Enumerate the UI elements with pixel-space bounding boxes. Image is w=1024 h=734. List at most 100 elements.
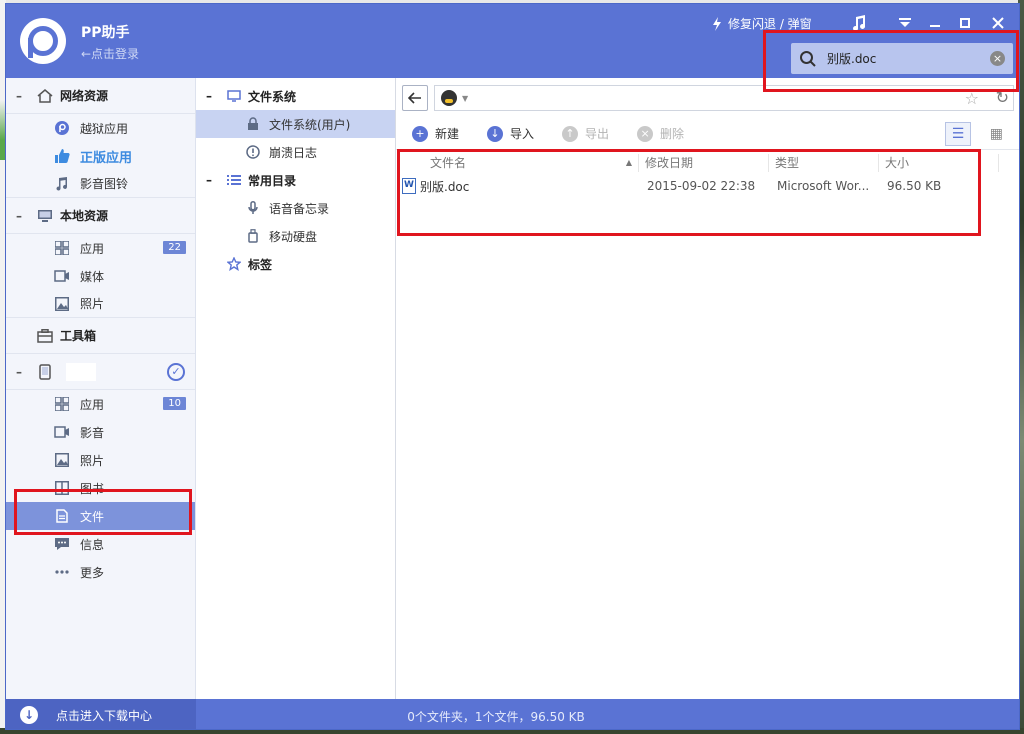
status-summary: 0个文件夹，1个文件，96.50 KB — [407, 710, 585, 724]
connected-check-icon[interactable]: ✓ — [167, 363, 185, 381]
sidebar-section-local[interactable]: – 本地资源 — [6, 198, 195, 234]
sidebar-item-local-apps[interactable]: 应用 22 — [6, 234, 195, 262]
highlight-box-search — [763, 30, 1019, 92]
new-button-label: 新建 — [435, 127, 460, 141]
sidebar-item-device-more[interactable]: 更多 — [6, 558, 195, 586]
sidebar-item-device-apps[interactable]: 应用 10 — [6, 390, 195, 418]
status-bar: ↓ 点击进入下载中心 0个文件夹，1个文件，96.50 KB — [6, 699, 1019, 729]
thumbs-up-icon — [54, 148, 70, 164]
app-title: PP助手 — [81, 25, 130, 41]
folder-tree: – 文件系统 文件系统(用户) 崩溃日志 – 常用目录 语音备忘录 移动硬盘 标… — [196, 78, 587, 699]
apps-grid-icon — [54, 396, 70, 412]
microphone-icon — [246, 201, 260, 215]
sidebar-item-local-media[interactable]: 媒体 — [6, 262, 195, 290]
new-folder-icon: + — [412, 125, 428, 142]
tree-leaf-filesystem-user[interactable]: 文件系统(用户) — [196, 110, 395, 138]
apps-grid-icon — [54, 240, 70, 256]
lock-icon — [246, 117, 260, 131]
collapse-icon[interactable]: – — [206, 89, 220, 103]
login-link[interactable]: ←点击登录 — [81, 45, 139, 62]
tree-leaf-label: 语音备忘录 — [269, 201, 330, 216]
count-badge: 10 — [163, 397, 186, 410]
sidebar-item-label: 越狱应用 — [80, 121, 129, 136]
export-icon: ↑ — [562, 125, 579, 142]
tree-leaf-voice-memos[interactable]: 语音备忘录 — [196, 194, 395, 222]
more-dots-icon — [54, 564, 70, 580]
video-icon — [54, 268, 70, 284]
sidebar-item-label: 信息 — [80, 537, 105, 552]
delete-button-label: 删除 — [660, 127, 685, 141]
music-note-icon — [54, 176, 70, 192]
sidebar-item-genuine-apps[interactable]: 正版应用 — [6, 142, 195, 170]
sidebar-item-label: 照片 — [80, 297, 105, 311]
chevron-down-icon[interactable]: ▼ — [462, 94, 468, 103]
sidebar-section-device[interactable]: – ✓ — [6, 354, 195, 390]
sidebar-item-label: 影音 — [80, 425, 105, 440]
sidebar-item-local-photos[interactable]: 照片 — [6, 290, 195, 318]
grid-view-icon[interactable]: ▦ — [990, 126, 1003, 142]
sidebar-section-label: 网络资源 — [60, 89, 109, 103]
sidebar-item-label: 照片 — [80, 453, 105, 468]
left-sidebar: – 网络资源 越狱应用 正版应用 影音图铃 – 本地资源 应用 22 媒体 照片… — [6, 78, 196, 699]
tree-node-tags[interactable]: 标签 — [196, 250, 395, 278]
list-view-icon[interactable]: ☰ — [945, 122, 971, 146]
sidebar-section-toolbox[interactable]: 工具箱 — [6, 318, 195, 354]
toolbox-icon — [36, 328, 54, 344]
tree-node-label: 标签 — [248, 257, 273, 272]
back-button[interactable] — [402, 85, 428, 111]
list-icon — [226, 172, 242, 188]
tree-leaf-usb-drive[interactable]: 移动硬盘 — [196, 222, 395, 250]
star-icon — [226, 256, 242, 272]
collapse-icon[interactable]: – — [16, 89, 30, 103]
sidebar-item-device-photos[interactable]: 照片 — [6, 446, 195, 474]
new-button[interactable]: + 新建 — [412, 125, 459, 142]
alert-icon — [246, 145, 260, 159]
file-toolbar: + 新建 ↓ 导入 ↑ 导出 × 删除 ☰ ▦ — [396, 118, 1019, 150]
tree-leaf-crash-logs[interactable]: 崩溃日志 — [196, 138, 395, 166]
arrow-left-icon — [408, 92, 421, 104]
pp-small-icon — [54, 120, 70, 136]
sidebar-section-label: 本地资源 — [60, 209, 109, 223]
sidebar-item-label: 正版应用 — [80, 150, 133, 166]
download-center-label: 点击进入下载中心 — [56, 708, 153, 723]
export-button-label: 导出 — [585, 127, 610, 141]
sidebar-item-label: 更多 — [80, 565, 105, 580]
sidebar-section-network[interactable]: – 网络资源 — [6, 78, 195, 114]
tree-node-common-dirs[interactable]: – 常用目录 — [196, 166, 395, 194]
monitor-icon — [226, 88, 242, 104]
collapse-icon[interactable]: – — [16, 365, 30, 379]
count-badge: 22 — [163, 241, 186, 254]
device-name — [66, 362, 96, 381]
import-button[interactable]: ↓ 导入 — [487, 125, 534, 142]
pp-logo-icon[interactable] — [20, 18, 66, 64]
lightning-icon — [713, 16, 721, 31]
home-icon — [36, 88, 54, 104]
delete-button[interactable]: × 删除 — [637, 125, 684, 142]
highlight-box-results — [397, 149, 981, 236]
collapse-icon[interactable]: – — [16, 209, 30, 223]
tree-leaf-label: 文件系统(用户) — [269, 117, 351, 132]
tree-node-label: 文件系统 — [248, 89, 297, 104]
sidebar-item-jailbreak-apps[interactable]: 越狱应用 — [6, 114, 195, 142]
collapse-icon[interactable]: – — [206, 173, 220, 187]
tree-leaf-label: 崩溃日志 — [269, 145, 318, 160]
delete-icon: × — [637, 125, 654, 142]
export-button[interactable]: ↑ 导出 — [562, 125, 609, 142]
highlight-box-files — [14, 489, 192, 535]
import-button-label: 导入 — [510, 127, 535, 141]
photo-icon — [54, 296, 70, 312]
sidebar-item-label: 影音图铃 — [80, 177, 129, 191]
monitor-icon — [36, 208, 54, 224]
message-icon — [54, 536, 70, 552]
import-icon: ↓ — [487, 125, 504, 142]
sidebar-item-media-ringtones[interactable]: 影音图铃 — [6, 170, 195, 198]
tree-leaf-label: 移动硬盘 — [269, 229, 318, 244]
tree-node-filesystem[interactable]: – 文件系统 — [196, 82, 395, 110]
usb-drive-icon — [246, 229, 260, 243]
sidebar-item-label: 媒体 — [80, 269, 105, 284]
sidebar-item-device-media[interactable]: 影音 — [6, 418, 195, 446]
sidebar-section-label: 工具箱 — [60, 329, 97, 343]
download-icon: ↓ — [20, 706, 38, 724]
pp-assistant-window: PP助手 ←点击登录 修复闪退 / 弹窗 别版.doc × – 网络资源 越狱应… — [5, 3, 1020, 730]
download-center-button[interactable]: ↓ 点击进入下载中心 — [6, 699, 196, 729]
